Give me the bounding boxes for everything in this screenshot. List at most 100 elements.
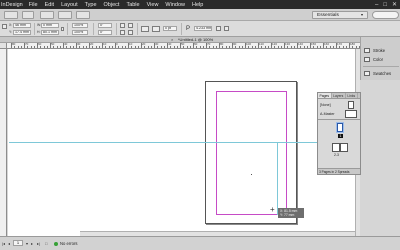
panel-dock: Stroke Color Swatches (360, 37, 400, 80)
x-position-field[interactable]: 46 mm (13, 23, 31, 28)
tab-links[interactable]: Links (346, 93, 358, 98)
rotation-field[interactable]: 0° (98, 23, 112, 28)
ruler-minor-tick (173, 46, 175, 48)
chain-link-icon[interactable] (61, 27, 64, 31)
preflight-status[interactable]: No errors (54, 241, 77, 246)
arrange-documents-button[interactable] (76, 11, 90, 19)
page-number-field[interactable]: 1 (13, 240, 23, 246)
pasteboard[interactable]: + X: 81.5 mm Y: 77 mm (8, 49, 361, 236)
reference-point-icon[interactable] (2, 24, 7, 29)
ruler-minor-tick (121, 46, 123, 48)
document-page[interactable] (9, 81, 361, 224)
ruler-minor-tick (124, 46, 126, 48)
bridge-button[interactable] (4, 11, 18, 19)
width-field[interactable]: 0 mm (41, 23, 59, 28)
next-page-button[interactable]: ▸ (31, 241, 33, 246)
ruler-minor-tick (82, 46, 84, 48)
menu-file[interactable]: File (29, 2, 38, 8)
spread-2-3-thumbnail[interactable] (332, 143, 348, 152)
shear-field[interactable]: 0° (98, 30, 112, 35)
menu-window[interactable]: Window (165, 2, 185, 8)
search-input[interactable] (372, 11, 399, 19)
view-options-button[interactable] (40, 11, 54, 19)
ruler-minor-tick (345, 46, 347, 48)
scale-x-field[interactable]: 100% (72, 23, 88, 28)
scale-y-field[interactable]: 100% (72, 30, 88, 35)
a-master-label[interactable]: A-Master (320, 112, 335, 116)
rotate-icon[interactable] (120, 23, 125, 28)
swatches-panel-button[interactable]: Swatches (364, 69, 400, 78)
separator (137, 23, 138, 35)
tab-layers[interactable]: Layers (332, 93, 346, 98)
ruler-minor-tick (176, 46, 178, 48)
ruler-minor-tick (105, 46, 107, 48)
close-button[interactable]: ✕ (392, 1, 397, 8)
none-master-thumbnail[interactable] (348, 101, 354, 109)
ruler-minor-tick (277, 46, 279, 48)
none-master-label[interactable]: [None] (320, 103, 331, 107)
ruler-minor-tick (202, 46, 204, 48)
screen-mode-button[interactable] (58, 11, 72, 19)
fill-swatch-icon[interactable] (141, 26, 149, 32)
menu-type[interactable]: Type (85, 2, 97, 8)
menu-edit[interactable]: Edit (45, 2, 54, 8)
ruler-minor-tick (342, 46, 344, 48)
menu-layout[interactable]: Layout (61, 2, 78, 8)
stroke-panel-button[interactable]: Stroke (364, 46, 400, 55)
ruler-minor-tick (137, 46, 139, 48)
previous-page-button[interactable]: ◂ (8, 241, 10, 246)
select-content-icon[interactable] (128, 30, 133, 35)
page-dropdown-icon[interactable]: ▾ (26, 241, 28, 246)
pages-panel: Pages Layers Links [None] A-Master 1 2-3… (317, 92, 361, 175)
ruler-minor-tick (163, 46, 165, 48)
vertical-ruler[interactable] (0, 49, 7, 236)
stroke-weight-field[interactable]: 0 pt (163, 26, 177, 31)
ruler-minor-tick (264, 46, 266, 48)
a-master-thumbnail[interactable] (345, 110, 357, 118)
ruler-minor-tick (316, 46, 318, 48)
menu-view[interactable]: View (147, 2, 159, 8)
ruler-minor-tick (212, 46, 214, 48)
effects-icon[interactable] (216, 26, 221, 31)
zoom-level-button[interactable] (22, 11, 34, 19)
height-field[interactable]: 80.1 mm (41, 30, 59, 35)
chevron-down-icon: ▾ (360, 12, 363, 17)
tab-pages[interactable]: Pages (318, 93, 332, 98)
panel-divider[interactable] (318, 119, 360, 120)
separator (93, 23, 94, 35)
flip-icon[interactable] (120, 30, 125, 35)
ruler-minor-tick (43, 46, 45, 48)
text-wrap-icon[interactable] (224, 26, 229, 31)
ruler-minor-tick (238, 46, 240, 48)
app-name: InDesign (1, 1, 23, 8)
open-document-icon[interactable]: □ (45, 241, 47, 246)
first-page-button[interactable]: |◂ (2, 241, 5, 246)
menu-object[interactable]: Object (104, 2, 120, 8)
swatches-icon (364, 71, 370, 76)
preflight-ok-icon (54, 241, 58, 246)
maximize-button[interactable]: □ (383, 2, 387, 8)
page-1-thumbnail[interactable] (337, 123, 343, 132)
menu-help[interactable]: Help (192, 2, 203, 8)
select-container-icon[interactable] (128, 23, 133, 28)
color-panel-button[interactable]: Color (364, 55, 400, 64)
horizontal-guide[interactable] (9, 142, 361, 143)
menu-table[interactable]: Table (126, 2, 139, 8)
paragraph-glyph: P (186, 26, 191, 32)
workspace-switcher[interactable]: Essentials ▾ (312, 11, 368, 19)
page-2-thumbnail[interactable] (332, 143, 340, 152)
ruler-minor-tick (326, 46, 328, 48)
ruler-minor-tick (66, 46, 68, 48)
y-position-field[interactable]: 17.4 mm (13, 30, 31, 35)
page-3-thumbnail[interactable] (340, 143, 348, 152)
dimension-field[interactable]: 4.233 mm (194, 26, 212, 31)
pages-panel-tabs: Pages Layers Links (318, 93, 360, 99)
stroke-icon (364, 48, 370, 53)
position-tooltip: X: 81.5 mm Y: 77 mm (278, 208, 304, 218)
vertical-guide[interactable] (277, 142, 278, 215)
stroke-swatch-icon[interactable] (152, 26, 160, 32)
swatches-panel-label: Swatches (373, 71, 392, 76)
last-page-button[interactable]: ▸| (37, 241, 40, 246)
ruler-minor-tick (72, 46, 74, 48)
minimize-button[interactable]: – (375, 2, 378, 8)
